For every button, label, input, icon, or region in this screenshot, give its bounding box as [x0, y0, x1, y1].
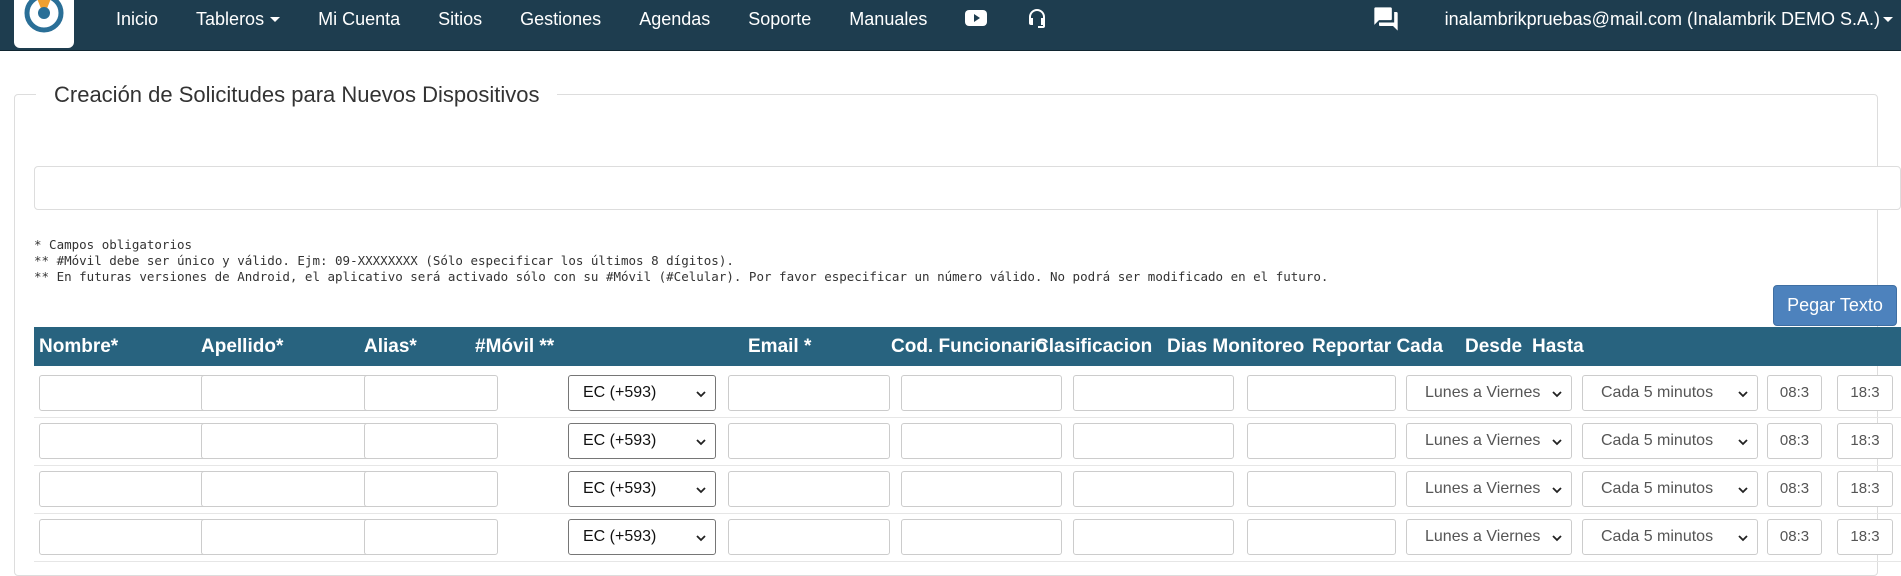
cod-funcionario-input[interactable] [1073, 471, 1234, 507]
column-header: Clasificacion [1035, 336, 1153, 357]
dias-monitoreo-select[interactable]: Lunes a Viernes [1406, 375, 1572, 411]
notes: * Campos obligatorios ** #Móvil debe ser… [34, 237, 1328, 285]
nav-item-inicio[interactable]: Inicio [97, 9, 177, 30]
chevron-down-icon [695, 387, 707, 405]
chevron-down-icon [695, 531, 707, 549]
desde-time-input[interactable]: 08:3 [1767, 375, 1822, 411]
nav-item-mi-cuenta[interactable]: Mi Cuenta [299, 9, 419, 30]
caret-down-icon [270, 17, 281, 23]
chevron-down-icon [1737, 483, 1749, 501]
cod-funcionario-input[interactable] [1073, 375, 1234, 411]
chevron-down-icon [1551, 387, 1563, 405]
email-input[interactable] [901, 375, 1062, 411]
movil-number-input[interactable] [728, 423, 890, 459]
country-code-select[interactable]: EC (+593) [568, 375, 716, 411]
column-header: Hasta [1532, 336, 1584, 357]
apellido-input[interactable] [201, 375, 389, 411]
clasificacion-input[interactable] [1247, 471, 1396, 507]
reportar-cada-select[interactable]: Cada 5 minutos [1582, 423, 1758, 459]
reportar-cada-select[interactable]: Cada 5 minutos [1582, 471, 1758, 507]
youtube-icon[interactable] [965, 10, 988, 28]
user-menu[interactable]: inalambrikpruebas@mail.com (Inalambrik D… [1445, 9, 1893, 30]
paste-text-button[interactable]: Pegar Texto [1773, 285, 1897, 326]
column-header: Apellido* [201, 336, 284, 357]
brand-logo[interactable] [14, 0, 74, 48]
dias-monitoreo-select[interactable]: Lunes a Viernes [1406, 519, 1572, 555]
clasificacion-input[interactable] [1247, 375, 1396, 411]
table-row: EC (+593) Lunes a Viernes Cada 5 minutos 08… [34, 369, 1901, 418]
chevron-down-icon [695, 483, 707, 501]
nav-item-soporte[interactable]: Soporte [729, 9, 830, 30]
column-header: #Móvil ** [475, 336, 555, 357]
nav-item-agendas[interactable]: Agendas [620, 9, 729, 30]
nav-item-tableros[interactable]: Tableros [177, 9, 299, 30]
table-row: EC (+593) Lunes a Viernes Cada 5 minutos 08… [34, 465, 1901, 514]
nombre-input[interactable] [39, 519, 225, 555]
alias-input[interactable] [364, 519, 498, 555]
reportar-cada-select[interactable]: Cada 5 minutos [1582, 519, 1758, 555]
chevron-down-icon [1551, 435, 1563, 453]
email-input[interactable] [901, 423, 1062, 459]
nav-item-gestiones[interactable]: Gestiones [501, 9, 620, 30]
column-header: Email * [748, 336, 812, 357]
apellido-input[interactable] [201, 423, 389, 459]
info-box [34, 166, 1901, 210]
nombre-input[interactable] [39, 375, 225, 411]
chevron-down-icon [1737, 531, 1749, 549]
cod-funcionario-input[interactable] [1073, 423, 1234, 459]
nav-item-manuales[interactable]: Manuales [830, 9, 946, 30]
chevron-down-icon [1551, 531, 1563, 549]
hasta-time-input[interactable]: 18:3 [1837, 375, 1893, 411]
note-android: ** En futuras versiones de Android, el a… [34, 269, 1329, 284]
table-header: Nombre* Apellido* Alias* #Móvil ** Email * Co… [34, 327, 1901, 366]
nombre-input[interactable] [39, 423, 225, 459]
dias-monitoreo-select[interactable]: Lunes a Viernes [1406, 423, 1572, 459]
column-header: Alias* [364, 336, 417, 357]
alias-input[interactable] [364, 471, 498, 507]
nombre-input[interactable] [39, 471, 225, 507]
table-row: EC (+593) Lunes a Viernes Cada 5 minutos 08… [34, 513, 1901, 562]
chat-icon[interactable] [1372, 5, 1400, 33]
chevron-down-icon [1737, 387, 1749, 405]
email-input[interactable] [901, 471, 1062, 507]
column-header: Dias Monitoreo [1167, 336, 1305, 357]
desde-time-input[interactable]: 08:3 [1767, 423, 1822, 459]
page-title: Creación de Solicitudes para Nuevos Disp… [36, 76, 558, 116]
country-code-select[interactable]: EC (+593) [568, 471, 716, 507]
movil-number-input[interactable] [728, 519, 890, 555]
apellido-input[interactable] [201, 519, 389, 555]
apellido-input[interactable] [201, 471, 389, 507]
top-navbar: Inicio Tableros Mi Cuenta Sitios Gestiones Ag… [0, 0, 1901, 51]
headset-icon[interactable] [1025, 7, 1049, 31]
column-header: Nombre* [39, 336, 119, 357]
movil-number-input[interactable] [728, 375, 890, 411]
main-menu: Inicio Tableros Mi Cuenta Sitios Gestiones Ag… [97, 0, 1068, 38]
table-row: EC (+593) Lunes a Viernes Cada 5 minutos 08… [34, 417, 1901, 466]
alias-input[interactable] [364, 375, 498, 411]
chevron-down-icon [1551, 483, 1563, 501]
note-required: * Campos obligatorios [34, 237, 193, 252]
nav-item-sitios[interactable]: Sitios [419, 9, 501, 30]
chevron-down-icon [1737, 435, 1749, 453]
reportar-cada-select[interactable]: Cada 5 minutos [1582, 375, 1758, 411]
hasta-time-input[interactable]: 18:3 [1837, 423, 1893, 459]
movil-number-input[interactable] [728, 471, 890, 507]
country-code-select[interactable]: EC (+593) [568, 423, 716, 459]
column-header: Cod. Funcionario [891, 336, 1048, 357]
desde-time-input[interactable]: 08:3 [1767, 471, 1822, 507]
email-input[interactable] [901, 519, 1062, 555]
cod-funcionario-input[interactable] [1073, 519, 1234, 555]
clasificacion-input[interactable] [1247, 423, 1396, 459]
column-header: Reportar Cada [1312, 336, 1443, 357]
alias-input[interactable] [364, 423, 498, 459]
chevron-down-icon [695, 435, 707, 453]
desde-time-input[interactable]: 08:3 [1767, 519, 1822, 555]
country-code-select[interactable]: EC (+593) [568, 519, 716, 555]
dias-monitoreo-select[interactable]: Lunes a Viernes [1406, 471, 1572, 507]
hasta-time-input[interactable]: 18:3 [1837, 471, 1893, 507]
note-mobile: ** #Móvil debe ser único y válido. Ejm: … [34, 253, 734, 268]
hasta-time-input[interactable]: 18:3 [1837, 519, 1893, 555]
clasificacion-input[interactable] [1247, 519, 1396, 555]
column-header: Desde [1465, 336, 1523, 357]
